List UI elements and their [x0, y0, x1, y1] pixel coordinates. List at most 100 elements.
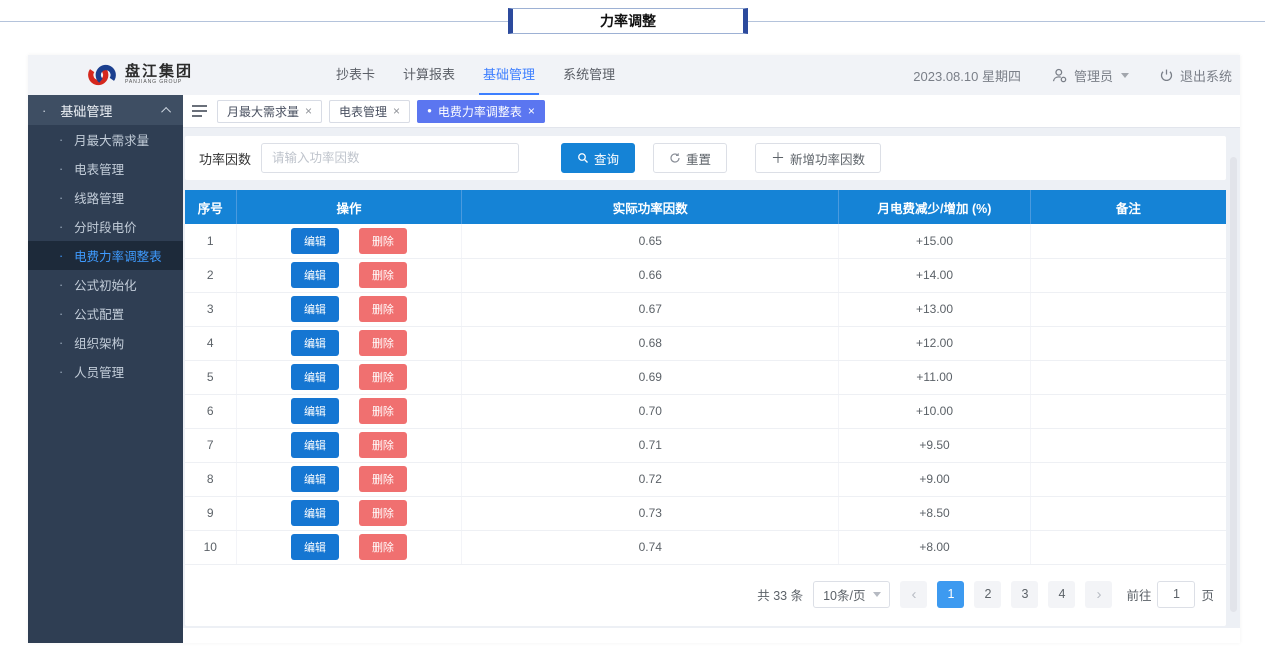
sidebar-item-monthly-max-demand[interactable]: · 月最大需求量 — [28, 125, 183, 154]
sidebar-item-label: 月最大需求量 — [74, 130, 149, 149]
delete-button[interactable]: 删除 — [359, 296, 407, 322]
edit-button[interactable]: 编辑 — [291, 466, 339, 492]
col-header-index: 序号 — [185, 190, 236, 224]
edit-button[interactable]: 编辑 — [291, 398, 339, 424]
cell-actions: 编辑删除 — [236, 292, 462, 326]
nav-item-system-mgmt[interactable]: 系统管理 — [563, 55, 615, 95]
add-power-factor-button[interactable]: ＋ 新增功率因数 — [755, 143, 881, 173]
refresh-icon — [669, 152, 681, 164]
next-page-button[interactable]: › — [1085, 581, 1112, 608]
table-row: 3 编辑删除 0.67 +13.00 — [185, 292, 1226, 326]
logout-button[interactable]: 退出系统 — [1159, 66, 1232, 85]
sidebar-item-label: 公式配置 — [74, 304, 124, 323]
sidebar-item-power-factor-table[interactable]: · 电费力率调整表 — [28, 241, 183, 270]
edit-button[interactable]: 编辑 — [291, 296, 339, 322]
table-row: 5 编辑删除 0.69 +11.00 — [185, 360, 1226, 394]
cell-index: 1 — [185, 224, 236, 258]
cell-index: 4 — [185, 326, 236, 360]
delete-button[interactable]: 删除 — [359, 432, 407, 458]
tab-meter-mgmt[interactable]: 电表管理 × — [329, 100, 410, 123]
delete-button[interactable]: 删除 — [359, 466, 407, 492]
sidebar-item-personnel-mgmt[interactable]: · 人员管理 — [28, 357, 183, 386]
logo-text-en: PANJIANG GROUP — [125, 79, 183, 84]
sidebar-item-tou-price[interactable]: · 分时段电价 — [28, 212, 183, 241]
app-window: 盘江集团 PANJIANG GROUP 抄表卡 计算报表 基础管理 系统管理 2… — [28, 55, 1240, 643]
logo-swirl-icon — [85, 60, 119, 90]
delete-button[interactable]: 删除 — [359, 330, 407, 356]
edit-button[interactable]: 编辑 — [291, 364, 339, 390]
cell-actions: 编辑删除 — [236, 394, 462, 428]
tab-list-menu-icon[interactable] — [192, 105, 207, 117]
goto-suffix: 页 — [1201, 585, 1214, 604]
vertical-scrollbar[interactable] — [1230, 157, 1237, 612]
goto-page-input[interactable] — [1157, 581, 1195, 608]
tab-label: 月最大需求量 — [227, 103, 299, 120]
nav-item-calc-report[interactable]: 计算报表 — [403, 55, 455, 95]
cell-actions: 编辑删除 — [236, 258, 462, 292]
content: 功率因数 查询 重置 ＋ — [183, 128, 1240, 628]
cell-factor: 0.67 — [462, 292, 839, 326]
cell-factor: 0.66 — [462, 258, 839, 292]
tab-label: 电表管理 — [339, 103, 387, 120]
page-title-banner: 力率调整 — [508, 8, 748, 34]
power-factor-input[interactable] — [261, 143, 519, 173]
main-area: 月最大需求量 × 电表管理 × ● 电费力率调整表 × — [183, 95, 1240, 628]
cell-change: +15.00 — [839, 224, 1031, 258]
bullet-icon: · — [59, 133, 63, 147]
cell-change: +14.00 — [839, 258, 1031, 292]
close-icon[interactable]: × — [528, 105, 535, 117]
search-icon — [577, 152, 589, 164]
sidebar-item-org-structure[interactable]: · 组织架构 — [28, 328, 183, 357]
bullet-icon: · — [59, 249, 63, 263]
sidebar-item-line-mgmt[interactable]: · 线路管理 — [28, 183, 183, 212]
sidebar-item-formula-config[interactable]: · 公式配置 — [28, 299, 183, 328]
current-date: 2023.08.10 星期四 — [913, 66, 1021, 85]
close-icon[interactable]: × — [305, 105, 312, 117]
edit-button[interactable]: 编辑 — [291, 330, 339, 356]
total-count: 共 33 条 — [757, 585, 803, 604]
cell-remark — [1030, 496, 1226, 530]
tab-monthly-max-demand[interactable]: 月最大需求量 × — [217, 100, 322, 123]
cell-change: +9.00 — [839, 462, 1031, 496]
cell-actions: 编辑删除 — [236, 428, 462, 462]
cell-factor: 0.73 — [462, 496, 839, 530]
sidebar-item-formula-init[interactable]: · 公式初始化 — [28, 270, 183, 299]
edit-button[interactable]: 编辑 — [291, 432, 339, 458]
delete-button[interactable]: 删除 — [359, 500, 407, 526]
page-title: 力率调整 — [600, 11, 656, 31]
page-button-2[interactable]: 2 — [974, 581, 1001, 608]
user-menu[interactable]: 管理员 — [1051, 66, 1129, 85]
reset-button-label: 重置 — [686, 149, 711, 168]
page-button-3[interactable]: 3 — [1011, 581, 1038, 608]
nav-item-basic-mgmt[interactable]: 基础管理 — [483, 55, 535, 95]
cell-change: +13.00 — [839, 292, 1031, 326]
cell-actions: 编辑删除 — [236, 224, 462, 258]
tab-power-factor-table[interactable]: ● 电费力率调整表 × — [417, 100, 545, 123]
delete-button[interactable]: 删除 — [359, 364, 407, 390]
open-tabs: 月最大需求量 × 电表管理 × ● 电费力率调整表 × — [217, 100, 545, 123]
edit-button[interactable]: 编辑 — [291, 228, 339, 254]
nav-item-meter-card[interactable]: 抄表卡 — [336, 55, 375, 95]
bullet-icon: · — [59, 365, 63, 379]
filter-bar: 功率因数 查询 重置 ＋ — [185, 136, 1226, 180]
edit-button[interactable]: 编辑 — [291, 534, 339, 560]
edit-button[interactable]: 编辑 — [291, 500, 339, 526]
prev-page-button[interactable]: ‹ — [900, 581, 927, 608]
delete-button[interactable]: 删除 — [359, 262, 407, 288]
page-button-4[interactable]: 4 — [1048, 581, 1075, 608]
delete-button[interactable]: 删除 — [359, 228, 407, 254]
page-button-1[interactable]: 1 — [937, 581, 964, 608]
cell-remark — [1030, 462, 1226, 496]
active-dot-icon: ● — [427, 107, 432, 115]
page-size-select[interactable]: 10条/页 — [813, 581, 890, 608]
edit-button[interactable]: 编辑 — [291, 262, 339, 288]
delete-button[interactable]: 删除 — [359, 534, 407, 560]
reset-button[interactable]: 重置 — [653, 143, 727, 173]
sidebar-item-meter-mgmt[interactable]: · 电表管理 — [28, 154, 183, 183]
app-header: 盘江集团 PANJIANG GROUP 抄表卡 计算报表 基础管理 系统管理 2… — [28, 55, 1240, 95]
delete-button[interactable]: 删除 — [359, 398, 407, 424]
col-header-actions: 操作 — [236, 190, 462, 224]
close-icon[interactable]: × — [393, 105, 400, 117]
sidebar-group-basic-mgmt[interactable]: · 基础管理 — [28, 95, 183, 125]
search-button[interactable]: 查询 — [561, 143, 635, 173]
